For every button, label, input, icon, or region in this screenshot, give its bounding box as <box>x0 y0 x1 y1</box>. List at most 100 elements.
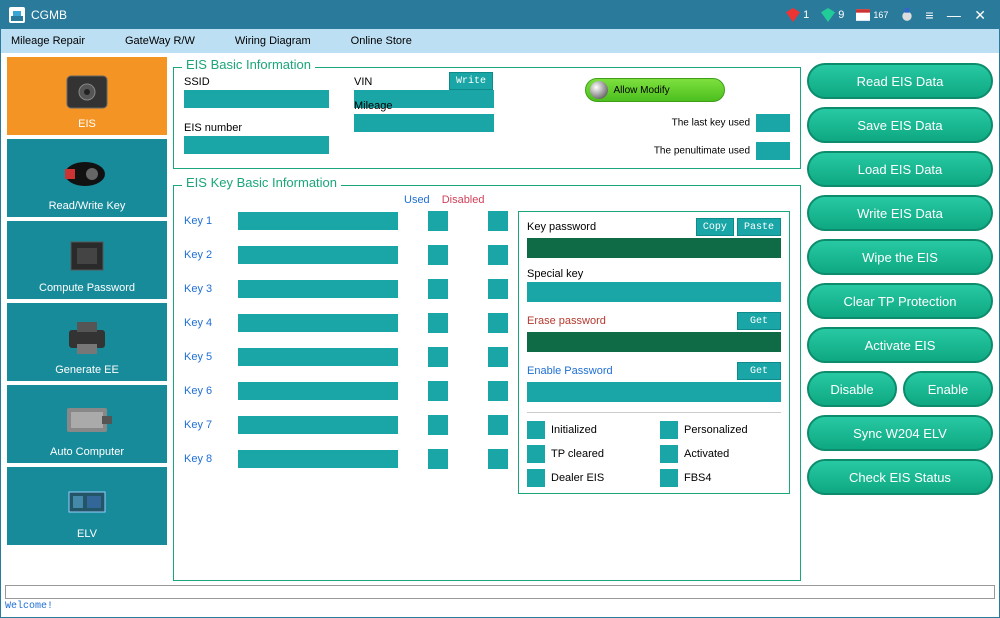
key-3-field[interactable] <box>238 280 398 298</box>
sync-w204-elv-button[interactable]: Sync W204 ELV <box>807 415 993 451</box>
enable-button[interactable]: Enable <box>903 371 993 407</box>
status-field <box>5 585 995 599</box>
checkbox-icon[interactable] <box>527 445 545 463</box>
sidebar-item-eis[interactable]: EIS <box>7 57 167 135</box>
status-dealer-eis: Dealer EIS <box>527 469 648 487</box>
key-1-field[interactable] <box>238 212 398 230</box>
eis-key-group: EIS Key Basic Information UsedDisabled K… <box>173 185 801 581</box>
key-password-field[interactable] <box>527 238 781 258</box>
key-7-field[interactable] <box>238 416 398 434</box>
write-eis-data-button[interactable]: Write EIS Data <box>807 195 993 231</box>
key-5-used-checkbox[interactable] <box>428 347 448 367</box>
status-label: FBS4 <box>684 472 712 484</box>
sidebar-item-auto-computer[interactable]: Auto Computer <box>7 385 167 463</box>
sidebar-item-label: Read/Write Key <box>49 200 126 212</box>
eis-number-field[interactable] <box>184 136 329 154</box>
minimize-icon[interactable]: — <box>947 7 961 23</box>
ecu-icon <box>57 398 117 442</box>
paste-button[interactable]: Paste <box>737 218 781 236</box>
eis-number-label: EIS number <box>184 122 329 134</box>
key-8-disabled-checkbox[interactable] <box>488 449 508 469</box>
sidebar-item-label: ELV <box>77 528 97 540</box>
checkbox-icon[interactable] <box>527 421 545 439</box>
sidebar-item-generate-ee[interactable]: Generate EE <box>7 303 167 381</box>
enable-password-label: Enable Password <box>527 365 613 377</box>
key-8-field[interactable] <box>238 450 398 468</box>
key-2-disabled-checkbox[interactable] <box>488 245 508 265</box>
status-personalized: Personalized <box>660 421 781 439</box>
load-eis-data-button[interactable]: Load EIS Data <box>807 151 993 187</box>
penultimate-field <box>756 142 790 160</box>
statusbar: Welcome! <box>1 583 999 617</box>
key-1-disabled-checkbox[interactable] <box>488 211 508 231</box>
check-eis-status-button[interactable]: Check EIS Status <box>807 459 993 495</box>
mileage-field[interactable] <box>354 114 494 132</box>
checkbox-icon[interactable] <box>660 421 678 439</box>
gem-green: 9 <box>821 8 844 22</box>
key-6-field[interactable] <box>238 382 398 400</box>
sidebar-item-label: Compute Password <box>39 282 135 294</box>
vin-write-button[interactable]: Write <box>449 72 493 90</box>
close-icon[interactable]: ✕ <box>974 7 986 23</box>
toggle-dot-icon <box>590 81 608 99</box>
calendar-icon[interactable]: 167 <box>856 8 888 22</box>
key-4-disabled-checkbox[interactable] <box>488 313 508 333</box>
used-header: Used <box>404 194 430 206</box>
menu-gateway-rw[interactable]: GateWay R/W <box>125 35 195 47</box>
menu-wiring-diagram[interactable]: Wiring Diagram <box>235 35 311 47</box>
erase-get-button[interactable]: Get <box>737 312 781 330</box>
menu-icon[interactable]: ≡ <box>925 7 933 23</box>
activate-eis-button[interactable]: Activate EIS <box>807 327 993 363</box>
key-label: Key 4 <box>184 317 228 329</box>
checkbox-icon[interactable] <box>660 469 678 487</box>
keys-list: Key 1Key 2Key 3Key 4Key 5Key 6Key 7Key 8 <box>184 211 508 494</box>
sidebar-item-compute-password[interactable]: Compute Password <box>7 221 167 299</box>
penultimate-label: The penultimate used <box>654 146 750 157</box>
status-label: Activated <box>684 448 729 460</box>
key-2-field[interactable] <box>238 246 398 264</box>
checkbox-icon[interactable] <box>660 445 678 463</box>
status-label: Dealer EIS <box>551 472 604 484</box>
key-7-used-checkbox[interactable] <box>428 415 448 435</box>
key-4-field[interactable] <box>238 314 398 332</box>
menu-mileage-repair[interactable]: Mileage Repair <box>11 35 85 47</box>
save-eis-data-button[interactable]: Save EIS Data <box>807 107 993 143</box>
key-6-disabled-checkbox[interactable] <box>488 381 508 401</box>
sidebar-item-read-write-key[interactable]: Read/Write Key <box>7 139 167 217</box>
key-5-disabled-checkbox[interactable] <box>488 347 508 367</box>
medal-icon[interactable] <box>900 8 914 22</box>
printer-icon <box>57 316 117 360</box>
sidebar-item-elv[interactable]: ELV <box>7 467 167 545</box>
key-8-used-checkbox[interactable] <box>428 449 448 469</box>
status-message: Welcome! <box>5 601 995 612</box>
disable-button[interactable]: Disable <box>807 371 897 407</box>
special-key-field[interactable] <box>527 282 781 302</box>
read-eis-data-button[interactable]: Read EIS Data <box>807 63 993 99</box>
checkbox-icon[interactable] <box>527 469 545 487</box>
menubar: Mileage Repair GateWay R/W Wiring Diagra… <box>1 29 999 53</box>
key-7-disabled-checkbox[interactable] <box>488 415 508 435</box>
key-row: Key 7 <box>184 415 508 435</box>
ssid-field[interactable] <box>184 90 329 108</box>
key-3-disabled-checkbox[interactable] <box>488 279 508 299</box>
erase-password-field[interactable] <box>527 332 781 352</box>
key-5-field[interactable] <box>238 348 398 366</box>
clear-tp-protection-button[interactable]: Clear TP Protection <box>807 283 993 319</box>
key-label: Key 3 <box>184 283 228 295</box>
enable-password-field[interactable] <box>527 382 781 402</box>
key-2-used-checkbox[interactable] <box>428 245 448 265</box>
menu-online-store[interactable]: Online Store <box>351 35 412 47</box>
elv-module-icon <box>57 480 117 524</box>
key-4-used-checkbox[interactable] <box>428 313 448 333</box>
enable-get-button[interactable]: Get <box>737 362 781 380</box>
key-label: Key 6 <box>184 385 228 397</box>
key-3-used-checkbox[interactable] <box>428 279 448 299</box>
app-title: CGMB <box>31 8 67 22</box>
key-6-used-checkbox[interactable] <box>428 381 448 401</box>
copy-button[interactable]: Copy <box>696 218 734 236</box>
status-tp-cleared: TP cleared <box>527 445 648 463</box>
allow-modify-button[interactable]: Allow Modify <box>585 78 725 102</box>
key-label: Key 8 <box>184 453 228 465</box>
key-1-used-checkbox[interactable] <box>428 211 448 231</box>
wipe-the-eis-button[interactable]: Wipe the EIS <box>807 239 993 275</box>
